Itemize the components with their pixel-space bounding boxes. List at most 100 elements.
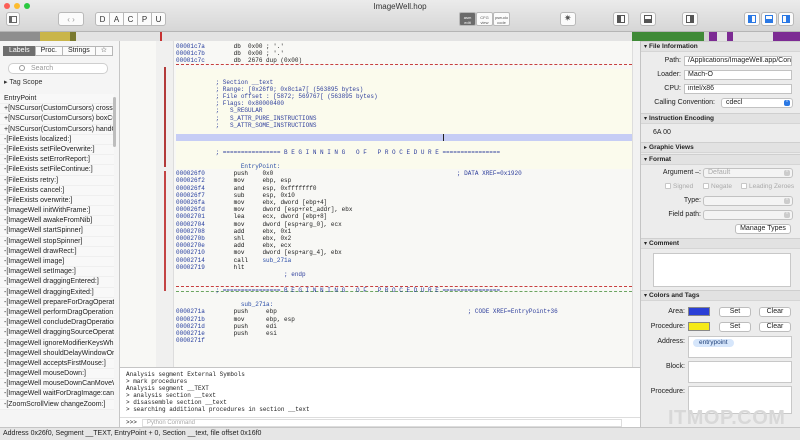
undefined-type-button[interactable]: U (151, 12, 166, 26)
python-command-input[interactable]: Python Command (142, 419, 622, 427)
tab-bookmarks[interactable]: ☆ (94, 46, 114, 56)
list-item[interactable]: +[NSCursor(CustomCursors) crossC (0, 104, 114, 115)
list-item[interactable]: -[ImageWell initWithFrame:] (0, 206, 114, 217)
list-item[interactable]: -[ImageWell shouldDelayWindowOrd (0, 348, 114, 359)
sidebar-toggle-button[interactable] (6, 12, 20, 26)
type-select[interactable]: ⌃ (703, 196, 793, 206)
call-target[interactable]: sub_271a (262, 257, 291, 264)
address[interactable]: 000026f4 (176, 185, 205, 192)
address[interactable]: 0000271e (176, 330, 205, 337)
toggle-right-panel-button[interactable] (778, 12, 794, 26)
tab-strings[interactable]: Strings (61, 46, 96, 56)
argument-format-select[interactable]: Default ⌃ (703, 168, 793, 178)
list-item[interactable]: -[ImageWell mouseDownCanMoveW (0, 379, 114, 390)
address[interactable]: 00001c7c (176, 57, 205, 64)
graphic-views-header[interactable]: ▸ Graphic Views (641, 142, 800, 153)
address[interactable]: 0000271d (176, 323, 205, 330)
loader-field[interactable]: Mach-O (684, 70, 792, 80)
address[interactable]: 00002710 (176, 249, 205, 256)
tag-scope-toggle[interactable]: ▸ Tag Scope (4, 78, 42, 86)
asm-mode-button[interactable]: asm edit (459, 12, 476, 26)
address[interactable]: 00002714 (176, 257, 205, 264)
address[interactable]: 00002719 (176, 264, 205, 271)
list-item[interactable]: -[ImageWell prepareForDragOperati (0, 297, 114, 308)
ascii-type-button[interactable]: A (109, 12, 124, 26)
address[interactable]: 0000271a (176, 308, 205, 315)
file-information-header[interactable]: ▾ File Information (641, 41, 800, 52)
address[interactable]: 0000271b (176, 316, 205, 323)
list-item[interactable]: -[FileExists localized:] (0, 134, 114, 145)
list-item[interactable]: -[ImageWell drawRect:] (0, 246, 114, 257)
search-input[interactable]: Search (8, 63, 108, 74)
negate-checkbox[interactable]: Negate (703, 183, 732, 190)
address[interactable]: 000026f2 (176, 177, 205, 184)
layout-left-button[interactable] (613, 12, 629, 26)
list-item[interactable]: +[NSCursor(CustomCursors) boxCur (0, 114, 114, 125)
list-item[interactable]: -[ImageWell ignoreModifierKeysWhil (0, 338, 114, 349)
list-item[interactable]: -[FileExists overwrite:] (0, 195, 114, 207)
layout-bottom-button[interactable] (640, 12, 656, 26)
label-entrypoint[interactable]: EntryPoint: (241, 163, 281, 170)
list-item[interactable]: +[NSCursor(CustomCursors) handC (0, 124, 114, 135)
toggle-left-panel-button[interactable] (744, 12, 760, 26)
sidebar-scrollbar[interactable] (113, 97, 116, 147)
address[interactable]: 00001c7b (176, 50, 205, 57)
colors-and-tags-header[interactable]: ▾ Colors and Tags (641, 290, 800, 301)
field-path-select[interactable]: ⌃ (703, 210, 793, 220)
address[interactable]: 000026fd (176, 206, 205, 213)
manage-types-button[interactable]: Manage Types (735, 224, 791, 234)
list-item[interactable]: -[ImageWell concludeDragOperation (0, 318, 114, 329)
address[interactable]: 000026f0 (176, 170, 205, 177)
xref-comment[interactable]: ; CODE XREF=EntryPoint+36 (468, 308, 558, 315)
list-item[interactable]: -[ImageWell setImage:] (0, 267, 114, 278)
address-tag-chip[interactable]: entrypoint (693, 339, 734, 347)
tab-procedures[interactable]: Proc. (34, 46, 63, 56)
debugger-button[interactable]: ✷ (560, 12, 576, 26)
area-clear-button[interactable]: Clear (759, 307, 791, 317)
tab-labels[interactable]: Labels (3, 46, 36, 56)
list-item[interactable]: -[ZoomScrollView changeZoom:] (0, 399, 114, 410)
procedure-color-well[interactable] (688, 322, 710, 331)
back-forward-button[interactable]: ‹ › (58, 12, 84, 26)
list-item[interactable]: -[FileExists setFileOverwrite:] (0, 144, 114, 156)
xref-comment[interactable]: ; DATA XREF=0x1920 (457, 170, 522, 177)
procedure-clear-button[interactable]: Clear (759, 322, 791, 332)
address[interactable]: 000026f7 (176, 192, 205, 199)
list-item[interactable]: -[FileExists retry:] (0, 175, 114, 186)
list-item[interactable]: -[FileExists setErrorReport:] (0, 155, 114, 166)
cfg-mode-button[interactable]: CFG view (476, 12, 493, 26)
pseudo-code-mode-button[interactable]: pseudo code (493, 12, 510, 26)
disassembly-scrollbar[interactable] (632, 41, 640, 367)
procedure-type-button[interactable]: P (137, 12, 152, 26)
list-item[interactable]: -[ImageWell draggingEntered:] (0, 277, 114, 288)
address[interactable]: 0000270b (176, 235, 205, 242)
address[interactable]: 000026fa (176, 199, 205, 206)
list-item[interactable]: -[ImageWell awakeFromNib] (0, 216, 114, 227)
address[interactable]: 00001c7a (176, 43, 205, 50)
list-item[interactable]: -[ImageWell draggingSourceOperati (0, 328, 114, 339)
list-item[interactable]: -[ImageWell startSpinner] (0, 226, 114, 237)
format-header[interactable]: ▾ Format (641, 154, 800, 165)
list-item[interactable]: -[FileExists setFileContinue:] (0, 165, 114, 176)
procedure-set-button[interactable]: Set (719, 322, 751, 332)
path-field[interactable]: /Applications/ImageWell.app/Conte (684, 56, 792, 66)
list-item[interactable]: -[ImageWell acceptsFirstMouse:] (0, 358, 114, 370)
list-item[interactable]: -[ImageWell mouseDown:] (0, 369, 114, 380)
layout-right-button[interactable] (682, 12, 698, 26)
block-tags-field[interactable] (688, 361, 792, 383)
address[interactable]: 0000271f (176, 337, 205, 344)
leading-zeroes-checkbox[interactable]: Leading Zeroes (741, 183, 794, 190)
list-item-entrypoint[interactable]: EntryPoint (0, 94, 114, 105)
area-set-button[interactable]: Set (719, 307, 751, 317)
calling-convention-select[interactable]: cdecl ⌃ (721, 98, 793, 108)
label-sub-271a[interactable]: sub_271a: (241, 301, 273, 308)
disassembly-view[interactable]: 00001c7a db 0x00 ; '.' 00001c7b db 0x00 … (120, 41, 640, 367)
list-item[interactable]: -[ImageWell image] (0, 257, 114, 268)
address[interactable]: 0000270e (176, 242, 205, 249)
navigation-bar[interactable] (0, 32, 800, 41)
list-item[interactable]: -[ImageWell stopSpinner] (0, 236, 114, 247)
data-type-button[interactable]: D (95, 12, 110, 26)
comment-textarea[interactable] (653, 253, 791, 287)
toggle-bottom-panel-button[interactable] (761, 12, 777, 26)
address[interactable]: 00002708 (176, 228, 205, 235)
